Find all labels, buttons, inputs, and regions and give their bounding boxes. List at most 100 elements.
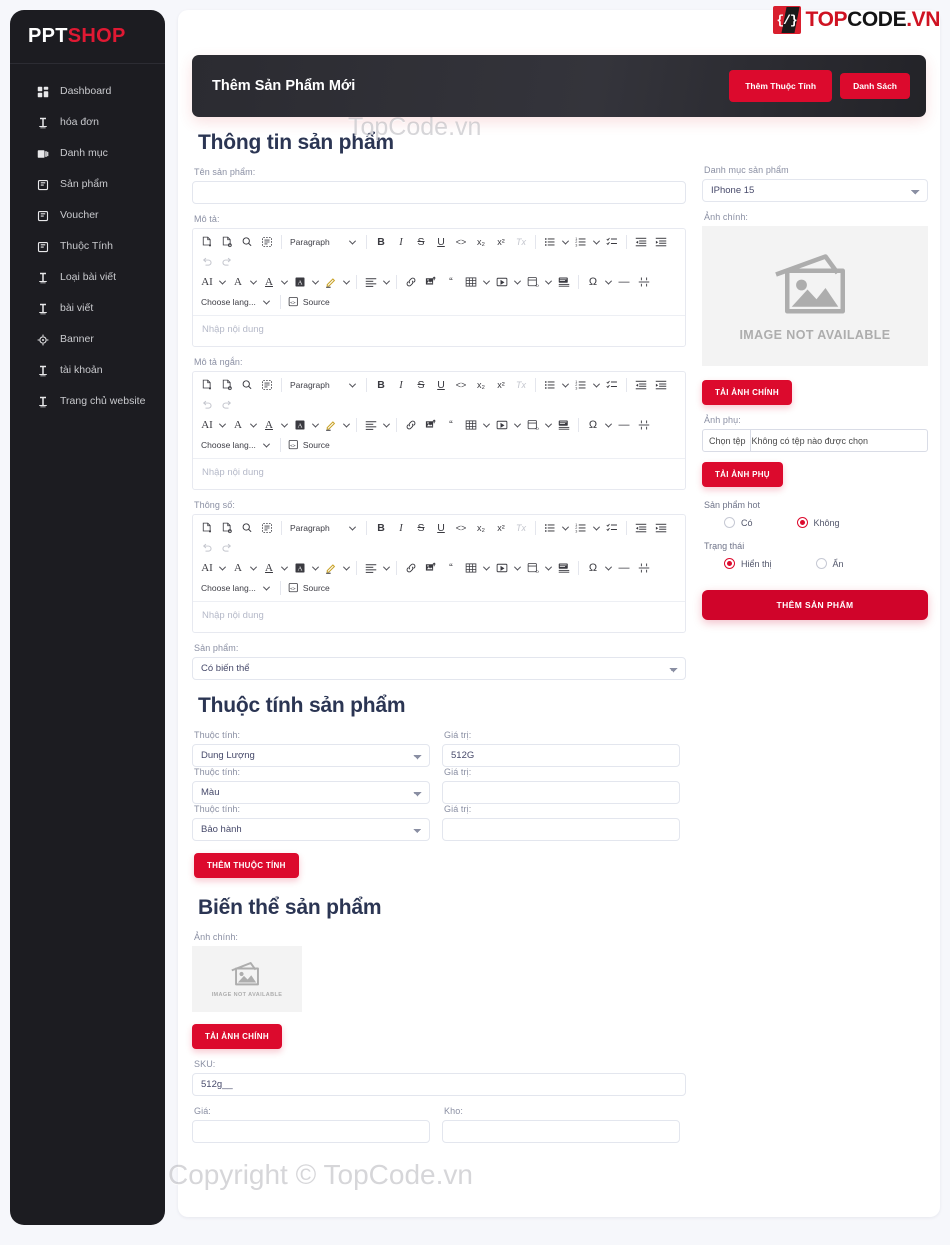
- chevron-down-icon[interactable]: [248, 272, 259, 292]
- attribute-value-input[interactable]: [442, 781, 680, 804]
- select-all-icon[interactable]: [257, 232, 277, 252]
- attribute-select[interactable]: Dung Lượng: [192, 744, 430, 767]
- block-quote-icon[interactable]: “: [441, 558, 461, 578]
- export-word-icon[interactable]: [217, 518, 237, 538]
- short-description-editor[interactable]: Paragraph B I S U <> x₂ x² Tx 1 2 3 AI A…: [192, 371, 686, 490]
- select-all-icon[interactable]: [257, 518, 277, 538]
- upload-main-image-button[interactable]: TẢI ẢNH CHÍNH: [702, 380, 792, 405]
- chevron-down-icon[interactable]: [512, 415, 523, 435]
- radio-button[interactable]: [815, 558, 827, 569]
- main-image-placeholder[interactable]: IMAGE NOT AVAILABLE: [702, 226, 928, 366]
- numbered-list-icon[interactable]: 123: [571, 518, 591, 538]
- font-size-button[interactable]: A: [228, 415, 248, 435]
- underline-button[interactable]: U: [431, 375, 451, 395]
- chevron-down-icon[interactable]: [481, 415, 492, 435]
- remove-format-button[interactable]: Tx: [511, 518, 531, 538]
- source-editing-button[interactable]: <> Source: [285, 435, 333, 455]
- chevron-down-icon[interactable]: [381, 558, 392, 578]
- highlight-icon[interactable]: [321, 558, 341, 578]
- insert-template-icon[interactable]: <>: [523, 272, 543, 292]
- superscript-button[interactable]: x²: [491, 232, 511, 252]
- status-hide-option[interactable]: Ẩn: [815, 558, 844, 569]
- block-quote-icon[interactable]: “: [441, 272, 461, 292]
- outdent-icon[interactable]: [631, 375, 651, 395]
- chevron-down-icon[interactable]: [341, 272, 352, 292]
- chevron-down-icon[interactable]: [603, 558, 614, 578]
- add-attribute-row-button[interactable]: THÊM THUỘC TÍNH: [194, 853, 299, 878]
- bold-button[interactable]: B: [371, 375, 391, 395]
- description-editor-body[interactable]: Nhập nội dung: [193, 316, 685, 346]
- underline-button[interactable]: U: [431, 232, 451, 252]
- hot-product-yes-option[interactable]: Có: [724, 517, 753, 528]
- chevron-down-icon[interactable]: [560, 375, 571, 395]
- specs-editor[interactable]: Paragraph B I S U <> x₂ x² Tx 1 2 3 AI A…: [192, 514, 686, 633]
- chevron-down-icon[interactable]: [217, 415, 228, 435]
- outdent-icon[interactable]: [631, 232, 651, 252]
- attribute-value-input[interactable]: [442, 818, 680, 841]
- sidebar-item-san-pham[interactable]: Sản phẩm: [10, 169, 165, 200]
- font-family-button[interactable]: AI: [197, 415, 217, 435]
- strikethrough-button[interactable]: S: [411, 518, 431, 538]
- sidebar-item-tai-khoan[interactable]: tài khoản: [10, 355, 165, 386]
- font-color-icon[interactable]: A: [259, 272, 279, 292]
- font-family-button[interactable]: AI: [197, 272, 217, 292]
- link-icon[interactable]: [401, 415, 421, 435]
- chevron-down-icon[interactable]: [341, 415, 352, 435]
- export-word-icon[interactable]: [217, 375, 237, 395]
- list-button[interactable]: Danh Sách: [840, 73, 910, 99]
- chevron-down-icon[interactable]: [279, 272, 290, 292]
- horizontal-line-button[interactable]: —: [614, 415, 634, 435]
- choose-file-button[interactable]: Chọn tệp: [703, 430, 751, 451]
- variant-image-placeholder[interactable]: IMAGE NOT AVAILABLE: [192, 946, 302, 1012]
- italic-button[interactable]: I: [391, 232, 411, 252]
- add-attribute-button[interactable]: Thêm Thuộc Tính: [729, 70, 833, 102]
- code-button[interactable]: <>: [451, 375, 471, 395]
- redo-icon[interactable]: [217, 538, 237, 558]
- code-button[interactable]: <>: [451, 232, 471, 252]
- bulleted-list-icon[interactable]: [540, 375, 560, 395]
- source-editing-button[interactable]: <> Source: [285, 578, 333, 598]
- status-show-option[interactable]: Hiển thị: [724, 558, 772, 569]
- chevron-down-icon[interactable]: [310, 415, 321, 435]
- page-break-divider-icon[interactable]: [634, 415, 654, 435]
- chevron-down-icon[interactable]: [603, 272, 614, 292]
- italic-button[interactable]: I: [391, 375, 411, 395]
- remove-format-button[interactable]: Tx: [511, 375, 531, 395]
- outdent-icon[interactable]: [631, 518, 651, 538]
- extra-image-file-input[interactable]: Chọn tệp Không có tệp nào được chọn: [702, 429, 928, 452]
- chevron-down-icon[interactable]: [543, 415, 554, 435]
- chevron-down-icon[interactable]: [217, 272, 228, 292]
- todo-list-icon[interactable]: [602, 232, 622, 252]
- insert-media-icon[interactable]: [492, 272, 512, 292]
- language-select[interactable]: Choose lang...: [197, 435, 276, 455]
- chevron-down-icon[interactable]: [381, 272, 392, 292]
- select-all-icon[interactable]: [257, 375, 277, 395]
- highlight-icon[interactable]: [321, 272, 341, 292]
- code-button[interactable]: <>: [451, 518, 471, 538]
- font-background-color-icon[interactable]: A: [290, 415, 310, 435]
- category-select[interactable]: IPhone 15: [702, 179, 928, 202]
- sidebar-item-banner[interactable]: Banner: [10, 324, 165, 355]
- chevron-down-icon[interactable]: [591, 232, 602, 252]
- chevron-down-icon[interactable]: [560, 518, 571, 538]
- sidebar-item-thuoc-tinh[interactable]: Thuộc Tính: [10, 231, 165, 262]
- numbered-list-icon[interactable]: 123: [571, 375, 591, 395]
- undo-icon[interactable]: [197, 538, 217, 558]
- chevron-down-icon[interactable]: [310, 272, 321, 292]
- insert-media-icon[interactable]: [492, 558, 512, 578]
- chevron-down-icon[interactable]: [543, 272, 554, 292]
- italic-button[interactable]: I: [391, 518, 411, 538]
- export-pdf-icon[interactable]: [197, 232, 217, 252]
- sidebar-item-loai-bai-viet[interactable]: Loại bài viết: [10, 262, 165, 293]
- upload-extra-image-button[interactable]: TẢI ẢNH PHỤ: [702, 462, 783, 487]
- font-background-color-icon[interactable]: A: [290, 272, 310, 292]
- stock-input[interactable]: [442, 1120, 680, 1143]
- chevron-down-icon[interactable]: [481, 272, 492, 292]
- insert-template-icon[interactable]: <>: [523, 558, 543, 578]
- sidebar-item-danh-muc[interactable]: Danh mục: [10, 138, 165, 169]
- description-editor[interactable]: Paragraph B I S U <> x₂ x² Tx 1 2 3 AI A…: [192, 228, 686, 347]
- underline-button[interactable]: U: [431, 518, 451, 538]
- paragraph-format-select[interactable]: Paragraph: [286, 232, 362, 252]
- strikethrough-button[interactable]: S: [411, 375, 431, 395]
- brand-logo[interactable]: PPT SHOP: [10, 10, 165, 64]
